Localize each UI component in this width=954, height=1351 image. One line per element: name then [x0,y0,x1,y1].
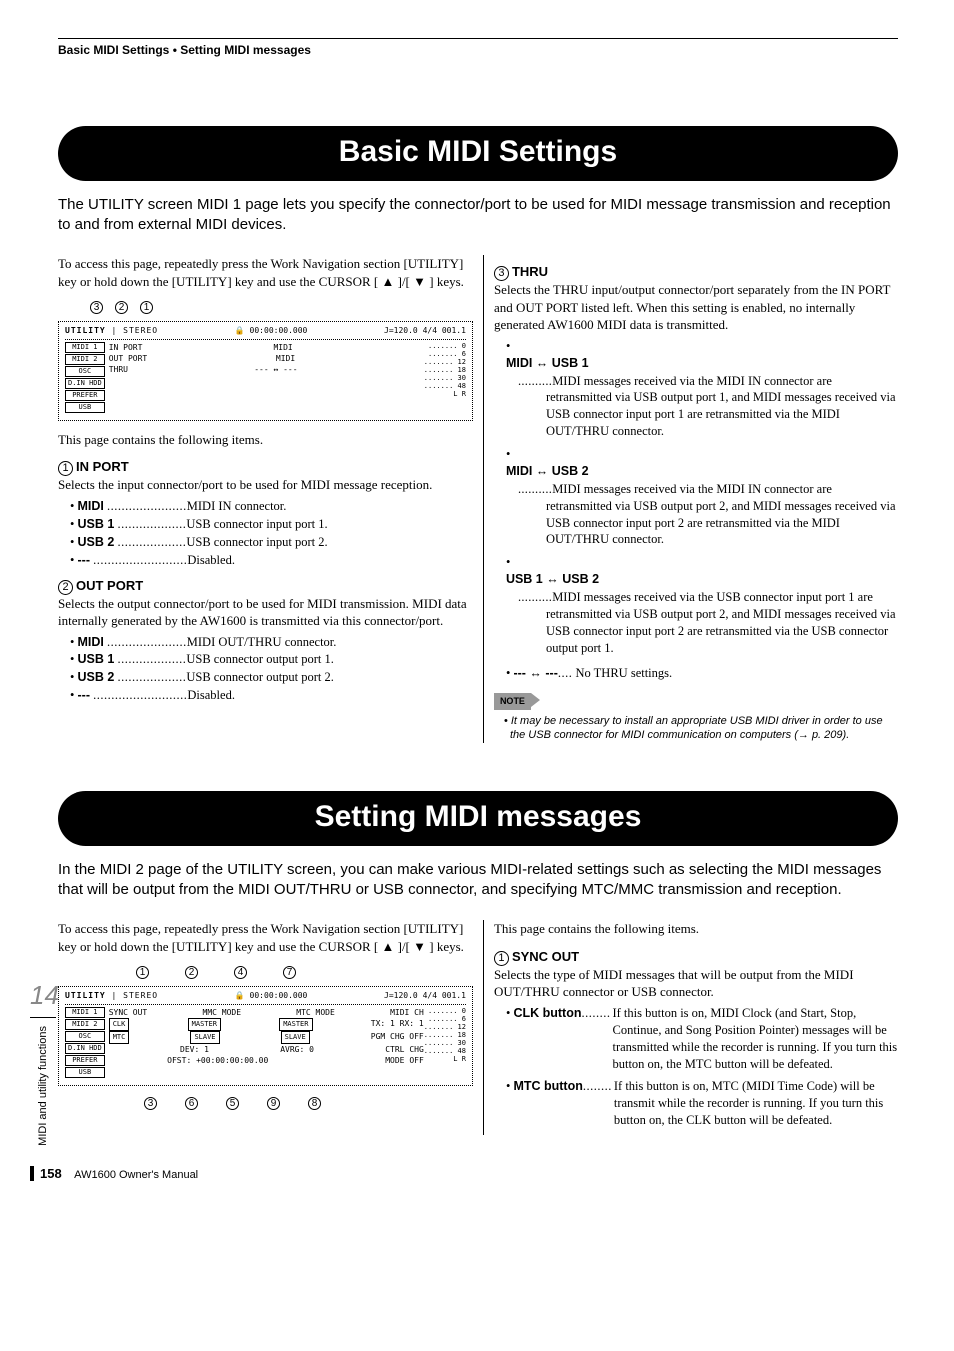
ss2-callouts-bottom: 36598 [58,1096,473,1111]
chapter-label: MIDI and utility functions [36,1026,51,1146]
section1-right-col: 3THRU Selects the THRU input/output conn… [483,255,898,743]
thru-heading: 3THRU [494,263,898,281]
note-label: NOTE [494,693,531,709]
section1-intro: The UTILITY screen MIDI 1 page lets you … [58,195,898,236]
thru-none: • --- ↔ ---.... No THRU settings. [506,665,898,682]
thru-desc: Selects the THRU input/output connector/… [494,281,898,334]
access-text-1: To access this page, repeatedly press th… [58,255,473,290]
sync-out-list: • CLK button........ If this button is o… [506,1005,898,1129]
in-port-desc: Selects the input connector/port to be u… [58,476,473,494]
section2-right-col: This page contains the following items. … [483,920,898,1135]
breadcrumb: Basic MIDI Settings • Setting MIDI messa… [58,38,898,58]
access-text-2: To access this page, repeatedly press th… [58,920,473,955]
section-title-basic-midi: Basic MIDI Settings [58,126,898,181]
section2-left-col: To access this page, repeatedly press th… [58,920,473,1135]
ss1-callouts-top: 321 [58,300,473,315]
utility-midi2-screenshot: UTILITY | STEREO 🔒 00:00:00.000 J=120.0 … [58,986,473,1086]
out-port-desc: Selects the output connector/port to be … [58,595,473,630]
manual-title: AW1600 Owner's Manual [74,1169,198,1181]
out-port-heading: 2OUT PORT [58,577,473,595]
chapter-number: 14 [30,978,56,1018]
page-footer: 158 AW1600 Owner's Manual [30,1165,898,1183]
sync-out-desc: Selects the type of MIDI messages that w… [494,966,898,1001]
chapter-tab: 14 MIDI and utility functions [30,978,56,1146]
after-ss-text-1: This page contains the following items. [58,431,473,449]
out-port-list: • MIDI ......................MIDI OUT/TH… [70,634,473,705]
after-ss-text-2: This page contains the following items. [494,920,898,938]
ss2-callouts-top: 1247 [58,965,473,980]
section1-left-col: To access this page, repeatedly press th… [58,255,473,743]
utility-midi1-screenshot: UTILITY | STEREO 🔒 00:00:00.000 J=120.0 … [58,321,473,421]
page-number: 158 [30,1166,62,1181]
in-port-list: • MIDI ......................MIDI IN con… [70,498,473,569]
in-port-heading: 1IN PORT [58,458,473,476]
note-body: It may be necessary to install an approp… [510,714,898,744]
section-title-setting-midi: Setting MIDI messages [58,791,898,846]
sync-out-heading: 1SYNC OUT [494,948,898,966]
thru-list: • MIDI ↔ USB 1MIDI messages received via… [506,338,898,657]
section2-intro: In the MIDI 2 page of the UTILITY screen… [58,860,898,901]
